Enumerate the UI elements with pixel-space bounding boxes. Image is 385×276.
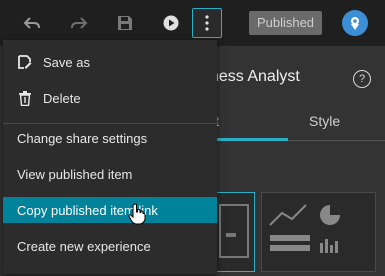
menu-item-save-as[interactable]: Save as [3,49,217,75]
redo-button[interactable] [64,8,94,38]
more-button[interactable] [192,8,222,38]
user-avatar[interactable] [342,10,368,36]
menu-item-label: Delete [43,90,81,106]
menu-item-change-share-settings[interactable]: Change share settings [3,125,217,151]
chart-layout-icon [269,204,340,253]
save-icon [118,16,132,30]
save-as-icon [17,54,33,70]
redo-icon [71,17,88,29]
trash-icon [17,90,33,106]
more-vertical-icon [205,15,209,31]
menu-item-label: View published item [17,166,133,182]
preview-button[interactable] [156,8,186,38]
menu-item-label: Save as [43,54,90,70]
user-location-icon [351,17,359,30]
menu-divider [3,123,217,124]
save-button[interactable] [110,8,140,38]
active-tab-indicator [210,138,288,141]
tab-style[interactable]: Style [309,113,340,129]
menu-item-label: Change share settings [17,130,148,146]
play-icon [163,15,179,31]
menu-item-label: Create new experience [17,238,151,254]
menu-item-delete[interactable]: Delete [3,85,217,111]
more-menu: Save as Delete Change share settings Vie… [3,40,217,274]
menu-item-copy-link[interactable]: Copy published item link [3,197,217,223]
template-thumbnail-2[interactable] [261,192,376,272]
panel-title: ness Analyst [210,68,300,85]
menu-item-view-published[interactable]: View published item [3,161,217,187]
hand-pointer-cursor-icon [128,203,146,230]
undo-icon [23,17,40,29]
menu-item-create-new-experience[interactable]: Create new experience [3,233,217,259]
help-icon[interactable]: ? [353,70,371,88]
undo-button[interactable] [17,8,47,38]
published-button[interactable]: Published [249,11,322,35]
